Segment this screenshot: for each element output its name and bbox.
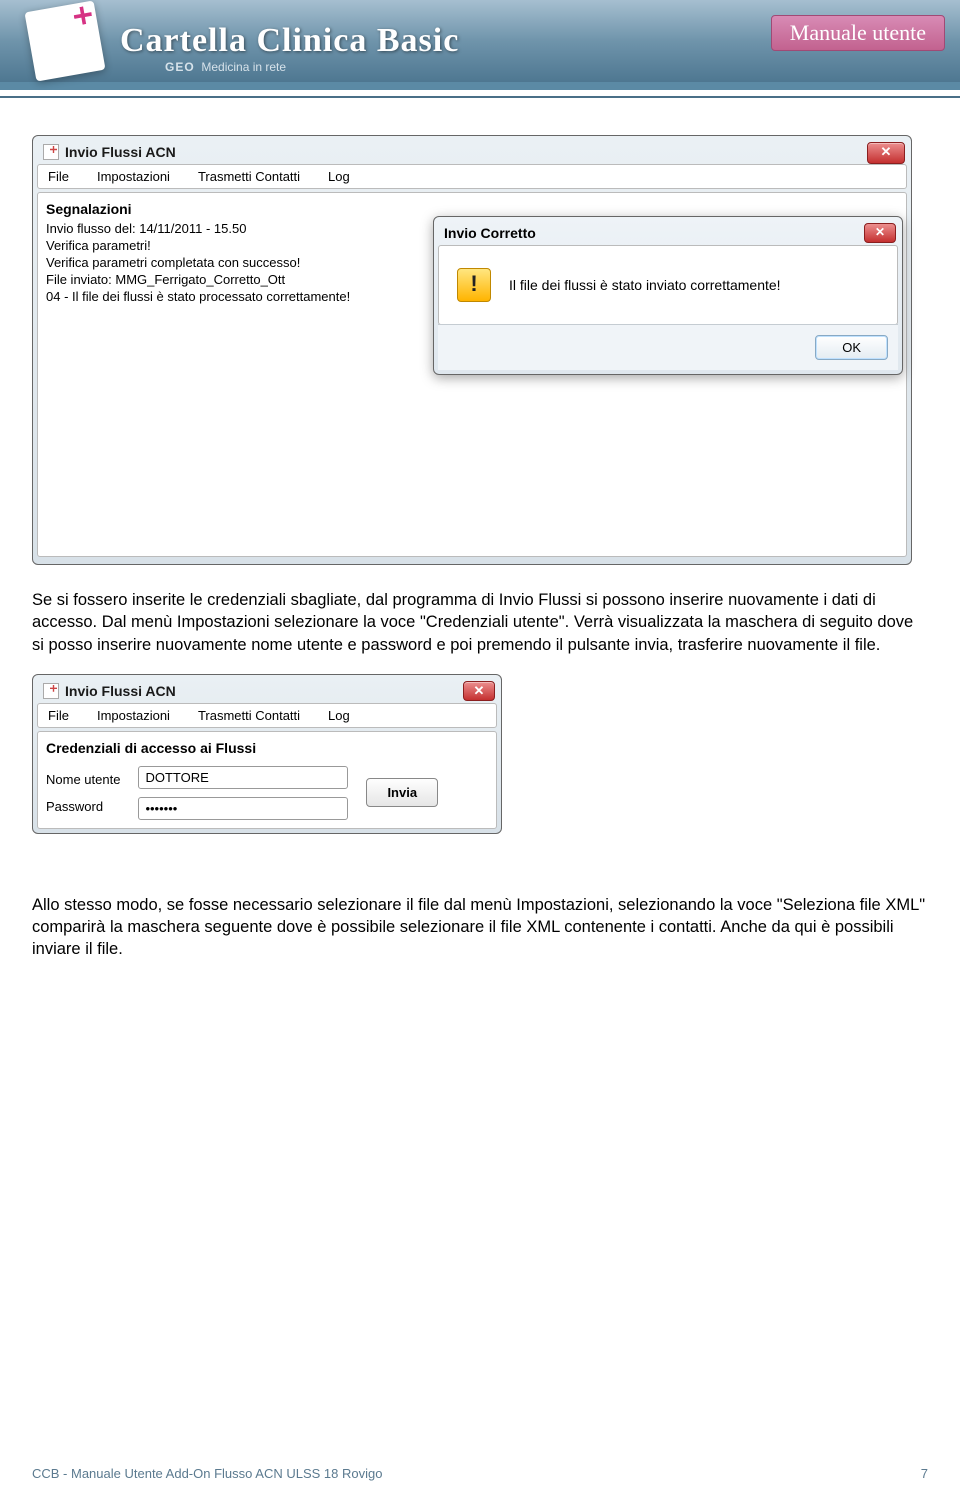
paragraph-2: Allo stesso modo, se fosse necessario se… bbox=[32, 894, 928, 961]
group-title: Segnalazioni bbox=[46, 201, 898, 217]
close-icon[interactable]: ✕ bbox=[867, 142, 905, 164]
menu-log[interactable]: Log bbox=[328, 708, 350, 723]
header-subtitle: GEO Medicina in rete bbox=[165, 60, 286, 74]
menu-impostazioni[interactable]: Impostazioni bbox=[97, 708, 170, 723]
menu-trasmetti[interactable]: Trasmetti Contatti bbox=[198, 708, 300, 723]
window-titlebar: Invio Flussi ACN ✕ bbox=[37, 140, 907, 164]
menu-file[interactable]: File bbox=[48, 169, 69, 184]
close-icon[interactable]: ✕ bbox=[463, 681, 495, 701]
menubar: File Impostazioni Trasmetti Contatti Log bbox=[37, 164, 907, 189]
window-invio-flussi: Invio Flussi ACN ✕ File Impostazioni Tra… bbox=[32, 135, 912, 565]
password-field[interactable] bbox=[138, 797, 348, 820]
dialog-footer: OK bbox=[438, 324, 898, 370]
folder-medical-icon bbox=[24, 0, 105, 81]
page-header: Cartella Clinica Basic GEO Medicina in r… bbox=[0, 0, 960, 90]
dialog-titlebar: Invio Corretto ✕ bbox=[438, 221, 898, 245]
header-brand: GEO bbox=[165, 60, 195, 74]
menubar: File Impostazioni Trasmetti Contatti Log bbox=[37, 703, 497, 728]
window-title: Invio Flussi ACN bbox=[65, 683, 176, 699]
app-icon bbox=[43, 144, 59, 160]
menu-log[interactable]: Log bbox=[328, 169, 350, 184]
menu-impostazioni[interactable]: Impostazioni bbox=[97, 169, 170, 184]
username-field[interactable] bbox=[138, 766, 348, 789]
header-badge: Manuale utente bbox=[771, 15, 945, 51]
warning-icon: ! bbox=[457, 268, 491, 302]
dialog-body: ! Il file dei flussi è stato inviato cor… bbox=[438, 245, 898, 325]
menu-trasmetti[interactable]: Trasmetti Contatti bbox=[198, 169, 300, 184]
app-icon bbox=[43, 683, 59, 699]
credentials-group: Credenziali di accesso ai Flussi Nome ut… bbox=[37, 731, 497, 829]
invia-button[interactable]: Invia bbox=[366, 778, 438, 807]
header-title: Cartella Clinica Basic bbox=[120, 22, 459, 60]
dialog-title-text: Invio Corretto bbox=[444, 225, 536, 241]
window-titlebar: Invio Flussi ACN ✕ bbox=[37, 679, 497, 703]
group-title: Credenziali di accesso ai Flussi bbox=[46, 740, 488, 756]
ok-button[interactable]: OK bbox=[815, 335, 888, 360]
menu-file[interactable]: File bbox=[48, 708, 69, 723]
window-credentials: Invio Flussi ACN ✕ File Impostazioni Tra… bbox=[32, 674, 502, 834]
header-subtext: Medicina in rete bbox=[201, 60, 286, 74]
label-password: Password bbox=[46, 799, 120, 814]
window-title: Invio Flussi ACN bbox=[65, 144, 176, 160]
dialog-invio-corretto: Invio Corretto ✕ ! Il file dei flussi è … bbox=[433, 216, 903, 375]
footer-page-number: 7 bbox=[921, 1466, 928, 1481]
paragraph-1: Se si fossero inserite le credenziali sb… bbox=[32, 589, 928, 656]
header-divider bbox=[0, 90, 960, 98]
label-username: Nome utente bbox=[46, 772, 120, 787]
page-footer: CCB - Manuale Utente Add-On Flusso ACN U… bbox=[32, 1465, 928, 1481]
dialog-message: Il file dei flussi è stato inviato corre… bbox=[509, 277, 781, 293]
close-icon[interactable]: ✕ bbox=[864, 223, 896, 243]
footer-left: CCB - Manuale Utente Add-On Flusso ACN U… bbox=[32, 1466, 382, 1481]
